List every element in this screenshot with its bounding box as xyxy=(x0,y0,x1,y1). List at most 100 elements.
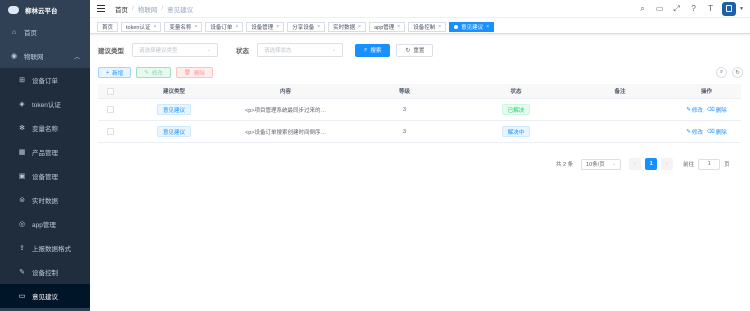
row-select-cell xyxy=(98,128,122,135)
edit-button[interactable]: ✎ 修改 xyxy=(136,67,171,78)
column-header: 备注 xyxy=(614,89,626,95)
close-icon[interactable]: × xyxy=(153,24,156,30)
help-icon[interactable]: ? xyxy=(688,3,699,14)
edit-icon: ✎ xyxy=(686,128,691,135)
sidebar-item-device[interactable]: ▣ 设备管理 xyxy=(0,164,90,188)
column-header: 状态 xyxy=(510,89,522,95)
level-cell: 3 xyxy=(402,106,407,113)
type-select[interactable]: 请选择建议类型 ⌄ xyxy=(132,43,218,57)
tag-label: 实时数据 xyxy=(333,24,356,31)
fullscreen-icon[interactable]: ⤢ xyxy=(671,3,682,14)
row-checkbox[interactable] xyxy=(106,106,114,113)
table-row: 意见建议 <p>项目管理系统最同步过来的… 3 已解决 ✎ 修改 ⌫ 删除 xyxy=(98,99,741,121)
sidebar-item-device-order[interactable]: ⊞ 设备订单 xyxy=(0,68,90,92)
tag-token[interactable]: token认证 × xyxy=(121,21,162,32)
row-checkbox[interactable] xyxy=(106,128,114,135)
goto-page-input[interactable]: 1 xyxy=(698,158,721,170)
row-delete-link[interactable]: ⌫ 删除 xyxy=(707,128,727,136)
page-size-select[interactable]: 10条/页 ⌄ xyxy=(581,158,622,170)
breadcrumb-item[interactable]: 首页 xyxy=(115,4,128,14)
breadcrumb: 首页 / 物联网 / 意见建议 xyxy=(115,4,193,14)
search-icon: ⌕ xyxy=(364,46,368,53)
grid-icon: ▦ xyxy=(18,149,26,156)
tag-control[interactable]: 设备控制 × xyxy=(408,21,447,32)
page-size-value: 10条/页 xyxy=(586,162,605,168)
status-select[interactable]: 请选择状态 ⌄ xyxy=(257,43,343,57)
row-edit-link[interactable]: ✎ 修改 xyxy=(686,106,703,114)
content-cell: <p>设备订单搜索创建时间倒序… xyxy=(245,129,326,136)
sidebar-item-feedback[interactable]: ▭ 意见建议 xyxy=(0,284,90,308)
search-icon[interactable]: ⌕ xyxy=(637,3,648,14)
trash-icon: ⌫ xyxy=(706,106,715,113)
tag-home[interactable]: 首页 xyxy=(97,21,119,32)
sidebar-item-token[interactable]: ◈ token认证 xyxy=(0,92,90,116)
add-button[interactable]: + 新增 xyxy=(98,67,132,78)
next-page-button[interactable]: › xyxy=(661,158,674,170)
chevron-down-icon: ⌄ xyxy=(206,47,211,53)
tag-label: 设备订单 xyxy=(210,24,233,31)
tag-device-order[interactable]: 设备订单 × xyxy=(205,21,244,32)
close-icon[interactable]: × xyxy=(276,24,279,30)
font-size-icon[interactable]: T xyxy=(705,3,716,14)
app-icon: ◎ xyxy=(18,221,26,228)
sidebar-item-report-format[interactable]: ⇪ 上报数据格式 xyxy=(0,236,90,260)
type-cell: 意见建议 xyxy=(122,104,226,115)
sidebar-item-variable[interactable]: ✻ 变量名称 xyxy=(0,116,90,140)
search-button[interactable]: ⌕ 搜索 xyxy=(355,43,391,57)
sidebar-item-app[interactable]: ◎ app管理 xyxy=(0,212,90,236)
search-form: 建议类型 请选择建议类型 ⌄ 状态 请选择状态 ⌄ ⌕ 搜索 ↻ 重置 xyxy=(98,43,434,57)
app-title: 柳林云平台 xyxy=(25,8,58,15)
breadcrumb-separator: / xyxy=(132,5,134,12)
data-icon: ⊜ xyxy=(19,197,25,204)
hamburger-icon[interactable] xyxy=(97,5,105,12)
sidebar-item-product[interactable]: ▦ 产品管理 xyxy=(0,140,90,164)
tag-app[interactable]: app管理 × xyxy=(369,21,406,32)
ops-cell: ✎ 修改 ⌫ 删除 xyxy=(672,128,741,136)
device-icon: ▣ xyxy=(18,173,26,180)
column-header: 内容 xyxy=(279,89,291,95)
tag-label: 分享设备 xyxy=(292,24,315,31)
sidebar: 柳林云平台 ⌂ 首页 ◉ 物联网 ︿ ⊞ 设备订单 ◈ token认证 ✻ 变量… xyxy=(0,0,90,311)
close-icon[interactable]: × xyxy=(235,24,238,30)
caret-down-icon[interactable]: ▼ xyxy=(739,6,744,12)
right-toolbar: ⌕ ↻ xyxy=(711,67,743,78)
add-button-label: 新增 xyxy=(112,70,124,77)
close-icon[interactable]: × xyxy=(397,24,400,30)
search-toggle-icon[interactable]: ⌕ xyxy=(716,67,727,78)
sidebar-item-realtime[interactable]: ⊜ 实时数据 xyxy=(0,188,90,212)
total-count: 共 2 条 xyxy=(556,162,574,168)
avatar[interactable] xyxy=(722,1,737,16)
prev-page-button[interactable]: ‹ xyxy=(629,158,642,170)
close-icon[interactable]: × xyxy=(317,24,320,30)
feedback-icon: ▭ xyxy=(18,293,26,300)
refresh-icon[interactable]: ↻ xyxy=(732,67,743,78)
tag-device-manage[interactable]: 设备管理 × xyxy=(246,21,285,32)
navbar: 首页 / 物联网 / 意见建议 ⌕ ▭ ⤢ ? T ▼ xyxy=(90,0,750,18)
close-icon[interactable]: × xyxy=(358,24,361,30)
status-cell: 解决中 xyxy=(464,126,568,137)
close-icon[interactable]: × xyxy=(486,24,489,30)
navbar-tools: ⌕ ▭ ⤢ ? T ▼ xyxy=(637,0,750,18)
sidebar-item-label: 实时数据 xyxy=(32,198,58,205)
page-number[interactable]: 1 xyxy=(645,158,658,170)
close-icon[interactable]: × xyxy=(438,24,441,30)
tag-share-device[interactable]: 分享设备 × xyxy=(287,21,326,32)
sidebar-item-home[interactable]: ⌂ 首页 xyxy=(0,20,90,44)
sidebar-item-label: 设备控制 xyxy=(32,270,58,277)
sidebar-group-iot[interactable]: ◉ 物联网 ︿ xyxy=(0,44,90,68)
delete-button[interactable]: 🗑 删除 xyxy=(175,67,213,78)
sidebar-item-control[interactable]: ✎ 设备控制 xyxy=(0,260,90,284)
tag-variable[interactable]: 变量名称 × xyxy=(164,21,203,32)
tag-feedback[interactable]: 意见建议 × xyxy=(449,21,495,32)
content-cell: <p>项目管理系统最同步过来的… xyxy=(245,107,326,114)
monitor-icon[interactable]: ▭ xyxy=(654,3,665,14)
row-edit-link[interactable]: ✎ 修改 xyxy=(686,128,703,136)
tag-realtime[interactable]: 实时数据 × xyxy=(328,21,367,32)
sidebar-item-label: 产品管理 xyxy=(32,150,58,157)
reset-button[interactable]: ↻ 重置 xyxy=(396,43,434,57)
row-delete-link[interactable]: ⌫ 删除 xyxy=(707,106,727,114)
tag-label: 设备管理 xyxy=(251,24,274,31)
sidebar-item-label: token认证 xyxy=(32,102,61,109)
close-icon[interactable]: × xyxy=(194,24,197,30)
select-all-checkbox[interactable] xyxy=(106,87,114,95)
